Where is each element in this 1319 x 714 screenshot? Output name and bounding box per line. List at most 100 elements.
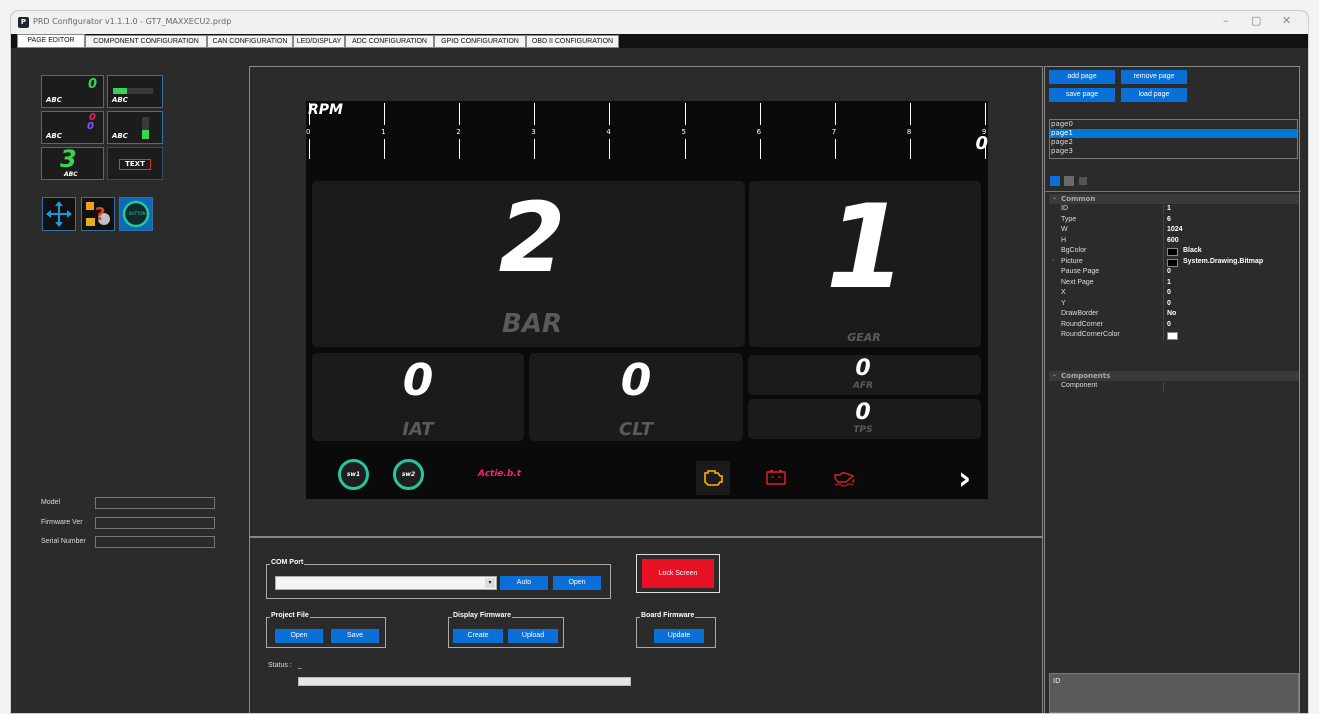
- create-firmware-button[interactable]: Create: [453, 629, 503, 643]
- lock-screen-button[interactable]: Lock Screen: [642, 559, 714, 588]
- load-page-button[interactable]: load page: [1121, 88, 1187, 102]
- close-button[interactable]: ✕: [1282, 14, 1291, 27]
- text-widget-tool[interactable]: TEXT: [107, 147, 163, 180]
- sw2-button[interactable]: sw2: [393, 459, 424, 490]
- alphabetical-view-icon[interactable]: [1064, 176, 1074, 186]
- rpm-tick-lower: [459, 139, 461, 159]
- color-swatch: [1167, 258, 1178, 267]
- tab-obd-configuration[interactable]: OBD II CONFIGURATION: [526, 35, 619, 48]
- tps-gauge[interactable]: 0 TPS: [748, 399, 981, 439]
- rpm-tick-upper: [384, 103, 386, 125]
- check-engine-icon[interactable]: [696, 461, 730, 495]
- boost-gauge[interactable]: 2 BAR: [312, 181, 745, 347]
- warning-icon-tool[interactable]: ?: [81, 197, 115, 231]
- rpm-tick-label: 8: [906, 128, 912, 136]
- property-row[interactable]: RoundCorner 0: [1049, 320, 1299, 331]
- page-list-item[interactable]: page2: [1050, 138, 1297, 147]
- rpm-tick-label: 3: [531, 128, 536, 136]
- category-common[interactable]: ⌄ Common: [1049, 194, 1299, 204]
- category-components[interactable]: ⌄ Components: [1049, 371, 1299, 381]
- rpm-tick-label: 0: [306, 128, 311, 136]
- upload-firmware-button[interactable]: Upload: [508, 629, 558, 643]
- app-icon: P: [18, 17, 29, 28]
- sw1-button[interactable]: sw1: [338, 459, 369, 490]
- property-row[interactable]: Type 6: [1049, 215, 1299, 226]
- rpm-tick-lower: [834, 139, 836, 159]
- property-key: Pause Page: [1061, 268, 1100, 275]
- tab-adc-configuration[interactable]: ADC CONFIGURATION: [345, 35, 434, 48]
- maximize-button[interactable]: ▢: [1251, 14, 1261, 27]
- property-row[interactable]: › Picture System.Drawing.Bitmap: [1049, 257, 1299, 268]
- com-port-group: COM Port ▾ Auto Open: [266, 559, 611, 599]
- tab-led-display[interactable]: LED/DISPLAY: [293, 35, 345, 48]
- rpm-tick-upper: [534, 103, 536, 125]
- remove-page-button[interactable]: remove page: [1121, 70, 1187, 84]
- property-separator: [1163, 257, 1164, 268]
- rpm-tick-upper: [309, 103, 310, 125]
- property-row[interactable]: Next Page 1: [1049, 278, 1299, 289]
- large-number-widget-tool[interactable]: 3 ABC: [41, 145, 104, 180]
- property-value: 0: [1167, 268, 1171, 275]
- window-title: PRD Configurator v1.1.1.0 - GT7_MAXXECU2…: [33, 17, 232, 26]
- firmware-field: [95, 517, 215, 529]
- dash-preview[interactable]: RPM 0123456789 0 2 BAR 1 GEAR 0 IAT 0 CL…: [306, 101, 988, 499]
- rpm-tick-lower: [309, 139, 310, 159]
- tab-can-configuration[interactable]: CAN CONFIGURATION: [207, 35, 293, 48]
- iat-gauge[interactable]: 0 IAT: [312, 353, 524, 441]
- com-port-select[interactable]: ▾: [275, 576, 497, 590]
- tab-component-configuration[interactable]: COMPONENT CONFIGURATION: [85, 35, 207, 48]
- property-row[interactable]: DrawBorder No: [1049, 310, 1299, 320]
- property-row[interactable]: Pause Page 0: [1049, 268, 1299, 278]
- property-row[interactable]: RoundCornerColor: [1049, 331, 1299, 341]
- project-open-button[interactable]: Open: [275, 629, 323, 643]
- minimize-button[interactable]: –: [1223, 14, 1229, 27]
- rpm-tick-upper: [459, 103, 461, 125]
- question-gauge-icon: ?: [86, 202, 110, 226]
- oil-pressure-icon[interactable]: [831, 465, 857, 489]
- rpm-tick-lower: [909, 139, 911, 159]
- tab-page-editor[interactable]: PAGE EDITOR: [17, 34, 85, 48]
- page-list-item[interactable]: page3: [1050, 147, 1297, 156]
- property-row[interactable]: H 600: [1049, 236, 1299, 247]
- property-row-component[interactable]: Component: [1049, 382, 1299, 392]
- property-value: 6: [1167, 215, 1171, 223]
- numeric-widget-tool[interactable]: 0 ABC: [41, 75, 104, 108]
- save-page-button[interactable]: save page: [1049, 88, 1115, 102]
- move-tool[interactable]: [42, 197, 76, 231]
- property-value: Black: [1183, 247, 1202, 254]
- gear-gauge[interactable]: 1 GEAR: [749, 181, 981, 347]
- auto-button[interactable]: Auto: [500, 576, 548, 590]
- property-row[interactable]: X0: [1049, 289, 1299, 299]
- tab-gpio-configuration[interactable]: GPIO CONFIGURATION: [434, 35, 526, 48]
- property-value: System.Drawing.Bitmap: [1183, 257, 1264, 265]
- page-list-item-selected[interactable]: page1: [1050, 129, 1297, 138]
- categorized-view-icon[interactable]: [1050, 176, 1060, 186]
- property-key: DrawBorder: [1061, 310, 1099, 317]
- property-pages-icon[interactable]: [1079, 177, 1087, 185]
- property-row[interactable]: W 1024: [1049, 226, 1299, 236]
- tps-value: 0: [855, 400, 871, 425]
- button-tool[interactable]: BUTTON: [119, 197, 153, 231]
- brand-logo: Actie.b.t: [478, 469, 522, 479]
- afr-gauge[interactable]: 0 AFR: [748, 355, 981, 395]
- page-list-item[interactable]: page0: [1050, 120, 1297, 129]
- rpm-tick-label: 6: [756, 128, 762, 136]
- property-row[interactable]: Y0: [1049, 299, 1299, 310]
- gear-unit: GEAR: [847, 331, 881, 344]
- clt-gauge[interactable]: 0 CLT: [529, 353, 743, 441]
- bar-widget-tool[interactable]: ABC: [107, 75, 163, 108]
- page-list[interactable]: page0 page1 page2 page3: [1049, 119, 1298, 159]
- property-row[interactable]: BgColor Black: [1049, 247, 1299, 257]
- add-page-button[interactable]: add page: [1049, 70, 1115, 84]
- property-row[interactable]: ID 1: [1049, 205, 1299, 215]
- project-save-button[interactable]: Save: [331, 629, 379, 643]
- battery-icon[interactable]: [764, 465, 788, 489]
- serial-label: Serial Number: [41, 538, 86, 545]
- vertical-bar-widget-tool[interactable]: ABC: [107, 111, 163, 144]
- multicolor-widget-tool[interactable]: 0 0 ABC: [41, 111, 104, 144]
- update-firmware-button[interactable]: Update: [654, 629, 704, 643]
- next-page-arrow[interactable]: ›: [958, 459, 971, 497]
- chevron-right-icon[interactable]: ›: [1052, 258, 1054, 264]
- open-port-button[interactable]: Open: [553, 576, 601, 590]
- property-key: Picture: [1061, 257, 1083, 265]
